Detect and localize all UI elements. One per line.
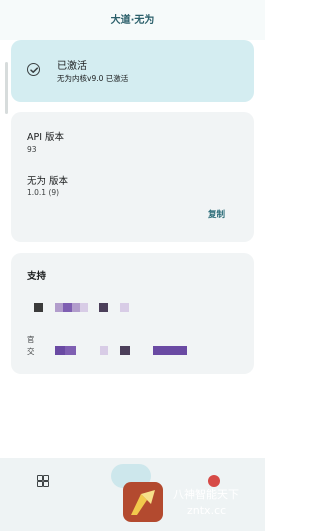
watermark-domain: zntx.cc [187,504,227,517]
version-info-card: API 版本 93 无为 版本 1.0.1 (9) 复制 [11,112,254,242]
pixelated-link-fragment [34,303,43,312]
watermark-logo [123,482,163,522]
support-row-label-2: 交 [27,347,35,356]
pixelated-link-fragment [120,346,130,355]
pixelated-link-fragment [55,303,63,312]
pixelated-link-fragment [63,303,72,312]
pixelated-link-fragment [80,303,88,312]
pixelated-link-fragment [120,303,129,312]
app-title: 大道·无为 [110,15,155,26]
api-version-value: 93 [27,145,37,154]
pixelated-link-fragment [100,346,108,355]
status-title: 已激活 [57,61,87,72]
pixelated-link-fragment [153,346,187,355]
watermark-overlay: 八神智能天下 zntx.cc [119,479,265,531]
api-version-label: API 版本 [27,132,65,143]
support-row-label-1: 官 [27,335,35,344]
watermark-text: 八神智能天下 [173,488,239,501]
app-version-label: 无为 版本 [27,176,69,187]
scroll-indicator [5,62,8,114]
copy-button[interactable]: 复制 [208,208,225,220]
activation-status-card: 已激活 无为内核v9.0 已激活 [11,40,254,102]
pixelated-link-fragment [72,303,80,312]
support-title: 支持 [27,271,47,282]
status-subtitle: 无为内核v9.0 已激活 [57,74,129,83]
top-app-bar: 大道·无为 [0,0,265,40]
pixelated-link-fragment [65,346,76,355]
pixelated-link-fragment [99,303,108,312]
support-card: 支持 官 交 [11,253,254,374]
app-version-value: 1.0.1 (9) [27,188,60,197]
check-circle-icon [27,63,40,76]
grid-icon[interactable] [37,475,49,487]
pixelated-link-fragment [55,346,65,355]
